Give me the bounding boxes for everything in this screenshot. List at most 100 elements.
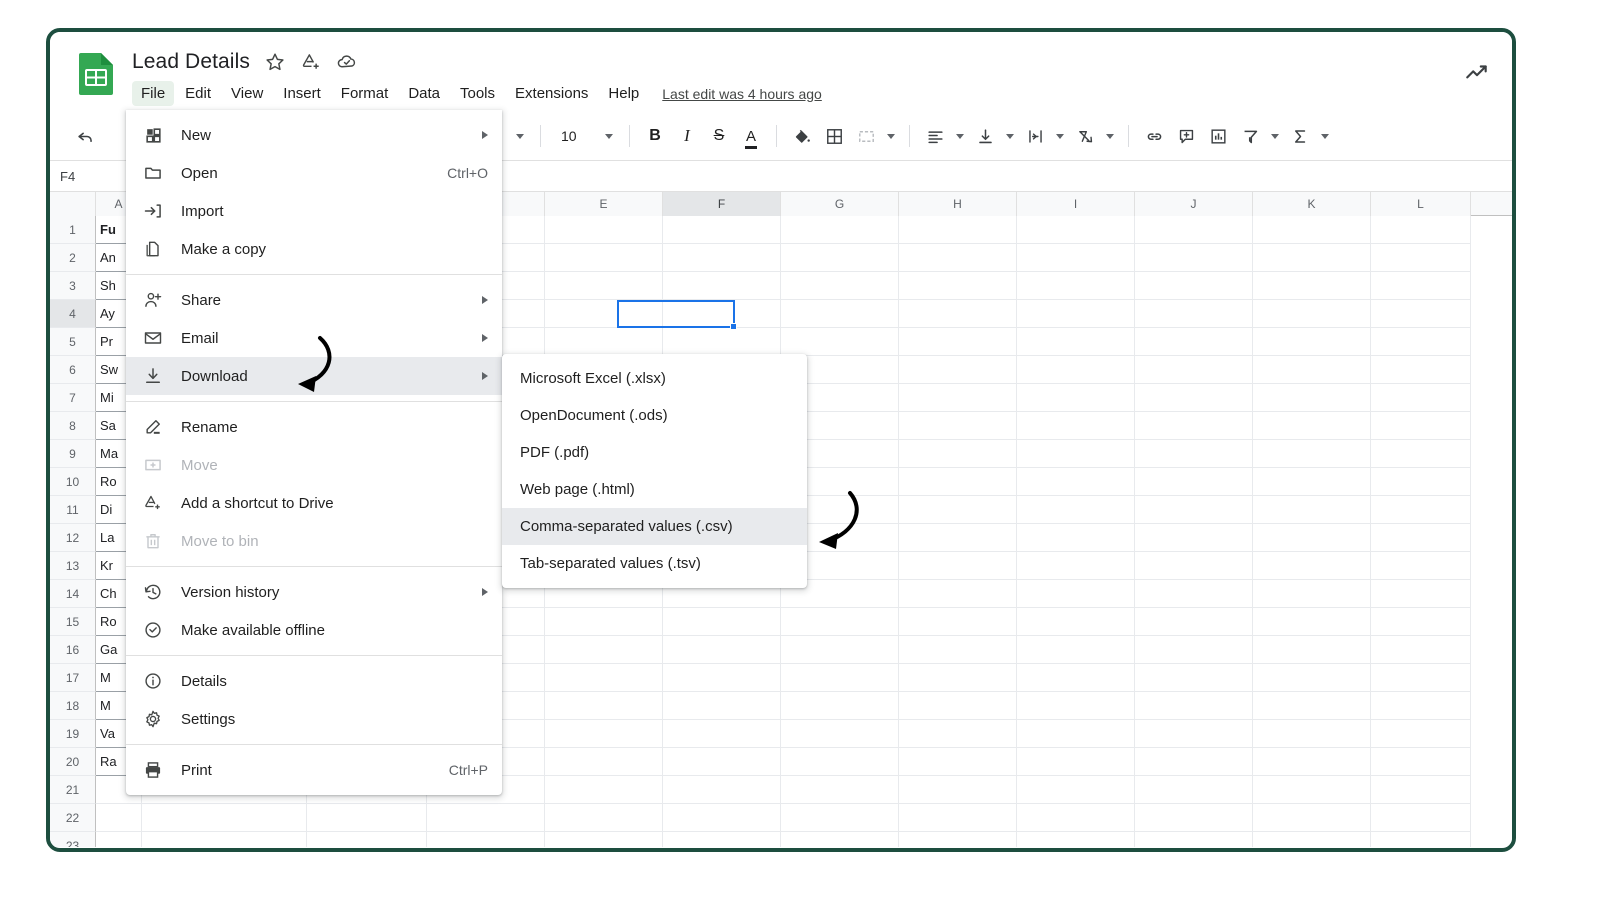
cell-J22[interactable] [1135,804,1253,832]
cell-I5[interactable] [1017,328,1135,356]
cell-J1[interactable] [1135,216,1253,244]
cell-H2[interactable] [899,244,1017,272]
cell-L13[interactable] [1371,552,1471,580]
cell-J12[interactable] [1135,524,1253,552]
cell-K17[interactable] [1253,664,1371,692]
menu-item-download[interactable]: Download [126,357,502,395]
text-color-button[interactable]: A [736,121,766,151]
cell-I11[interactable] [1017,496,1135,524]
cell-H13[interactable] [899,552,1017,580]
download-option-tab-separated-values-tsv[interactable]: Tab-separated values (.tsv) [502,545,807,582]
trending-up-icon[interactable] [1464,60,1490,86]
cell-F2[interactable] [663,244,781,272]
menu-item-make-a-copy[interactable]: Make a copy [126,230,502,268]
cell-F1[interactable] [663,216,781,244]
menu-item-tools[interactable]: Tools [451,81,504,106]
cell-F5[interactable] [663,328,781,356]
cell-L22[interactable] [1371,804,1471,832]
functions-icon[interactable] [1285,121,1315,151]
cell-K21[interactable] [1253,776,1371,804]
cell-G1[interactable] [781,216,899,244]
cell-H8[interactable] [899,412,1017,440]
cell-I16[interactable] [1017,636,1135,664]
menu-item-rename[interactable]: Rename [126,408,502,446]
strikethrough-button[interactable]: S [704,121,734,151]
download-option-opendocument-ods[interactable]: OpenDocument (.ods) [502,397,807,434]
cell-L1[interactable] [1371,216,1471,244]
cell-L10[interactable] [1371,468,1471,496]
cell-K1[interactable] [1253,216,1371,244]
cell-L4[interactable] [1371,300,1471,328]
cell-H1[interactable] [899,216,1017,244]
cell-G21[interactable] [781,776,899,804]
cell-K15[interactable] [1253,608,1371,636]
cell-L6[interactable] [1371,356,1471,384]
menu-item-print[interactable]: PrintCtrl+P [126,751,502,789]
cell-G2[interactable] [781,244,899,272]
cell-J8[interactable] [1135,412,1253,440]
cell-H14[interactable] [899,580,1017,608]
cell-E21[interactable] [545,776,663,804]
row-header-5[interactable]: 5 [50,328,96,356]
cell-G4[interactable] [781,300,899,328]
cell-F15[interactable] [663,608,781,636]
row-header-1[interactable]: 1 [50,216,96,244]
cell-L16[interactable] [1371,636,1471,664]
cell-E19[interactable] [545,720,663,748]
row-header-3[interactable]: 3 [50,272,96,300]
cell-H6[interactable] [899,356,1017,384]
cell-L23[interactable] [1371,832,1471,847]
cell-L20[interactable] [1371,748,1471,776]
fill-color-icon[interactable] [787,121,817,151]
cell-I4[interactable] [1017,300,1135,328]
cell-J10[interactable] [1135,468,1253,496]
cell-H9[interactable] [899,440,1017,468]
cell-H19[interactable] [899,720,1017,748]
cell-L19[interactable] [1371,720,1471,748]
cell-L21[interactable] [1371,776,1471,804]
cell-G5[interactable] [781,328,899,356]
row-header-12[interactable]: 12 [50,524,96,552]
row-header-21[interactable]: 21 [50,776,96,804]
row-header-18[interactable]: 18 [50,692,96,720]
cell-L2[interactable] [1371,244,1471,272]
cell-J11[interactable] [1135,496,1253,524]
cell-I14[interactable] [1017,580,1135,608]
cell-G23[interactable] [781,832,899,847]
cell-G18[interactable] [781,692,899,720]
cell-J17[interactable] [1135,664,1253,692]
star-icon[interactable] [264,51,286,73]
cloud-saved-icon[interactable] [336,51,358,73]
cell-G20[interactable] [781,748,899,776]
cell-H17[interactable] [899,664,1017,692]
cell-K7[interactable] [1253,384,1371,412]
borders-icon[interactable] [819,121,849,151]
cell-F17[interactable] [663,664,781,692]
cell-I2[interactable] [1017,244,1135,272]
menu-item-import[interactable]: Import [126,192,502,230]
bold-button[interactable]: B [640,121,670,151]
cell-K13[interactable] [1253,552,1371,580]
cell-K8[interactable] [1253,412,1371,440]
insert-link-icon[interactable] [1139,121,1169,151]
vertical-align-icon[interactable] [970,121,1000,151]
menu-item-make-available-offline[interactable]: Make available offline [126,611,502,649]
cell-I8[interactable] [1017,412,1135,440]
row-header-14[interactable]: 14 [50,580,96,608]
cell-K20[interactable] [1253,748,1371,776]
cell-I15[interactable] [1017,608,1135,636]
menu-item-data[interactable]: Data [399,81,449,106]
row-header-20[interactable]: 20 [50,748,96,776]
merge-cells-icon[interactable] [851,121,881,151]
row-header-23[interactable]: 23 [50,832,96,847]
cell-I7[interactable] [1017,384,1135,412]
cell-I9[interactable] [1017,440,1135,468]
cell-H18[interactable] [899,692,1017,720]
cell-K12[interactable] [1253,524,1371,552]
cell-I18[interactable] [1017,692,1135,720]
download-option-web-page-html[interactable]: Web page (.html) [502,471,807,508]
column-header-i[interactable]: I [1017,192,1135,216]
filter-icon[interactable] [1235,121,1265,151]
cell-J15[interactable] [1135,608,1253,636]
cell-I20[interactable] [1017,748,1135,776]
